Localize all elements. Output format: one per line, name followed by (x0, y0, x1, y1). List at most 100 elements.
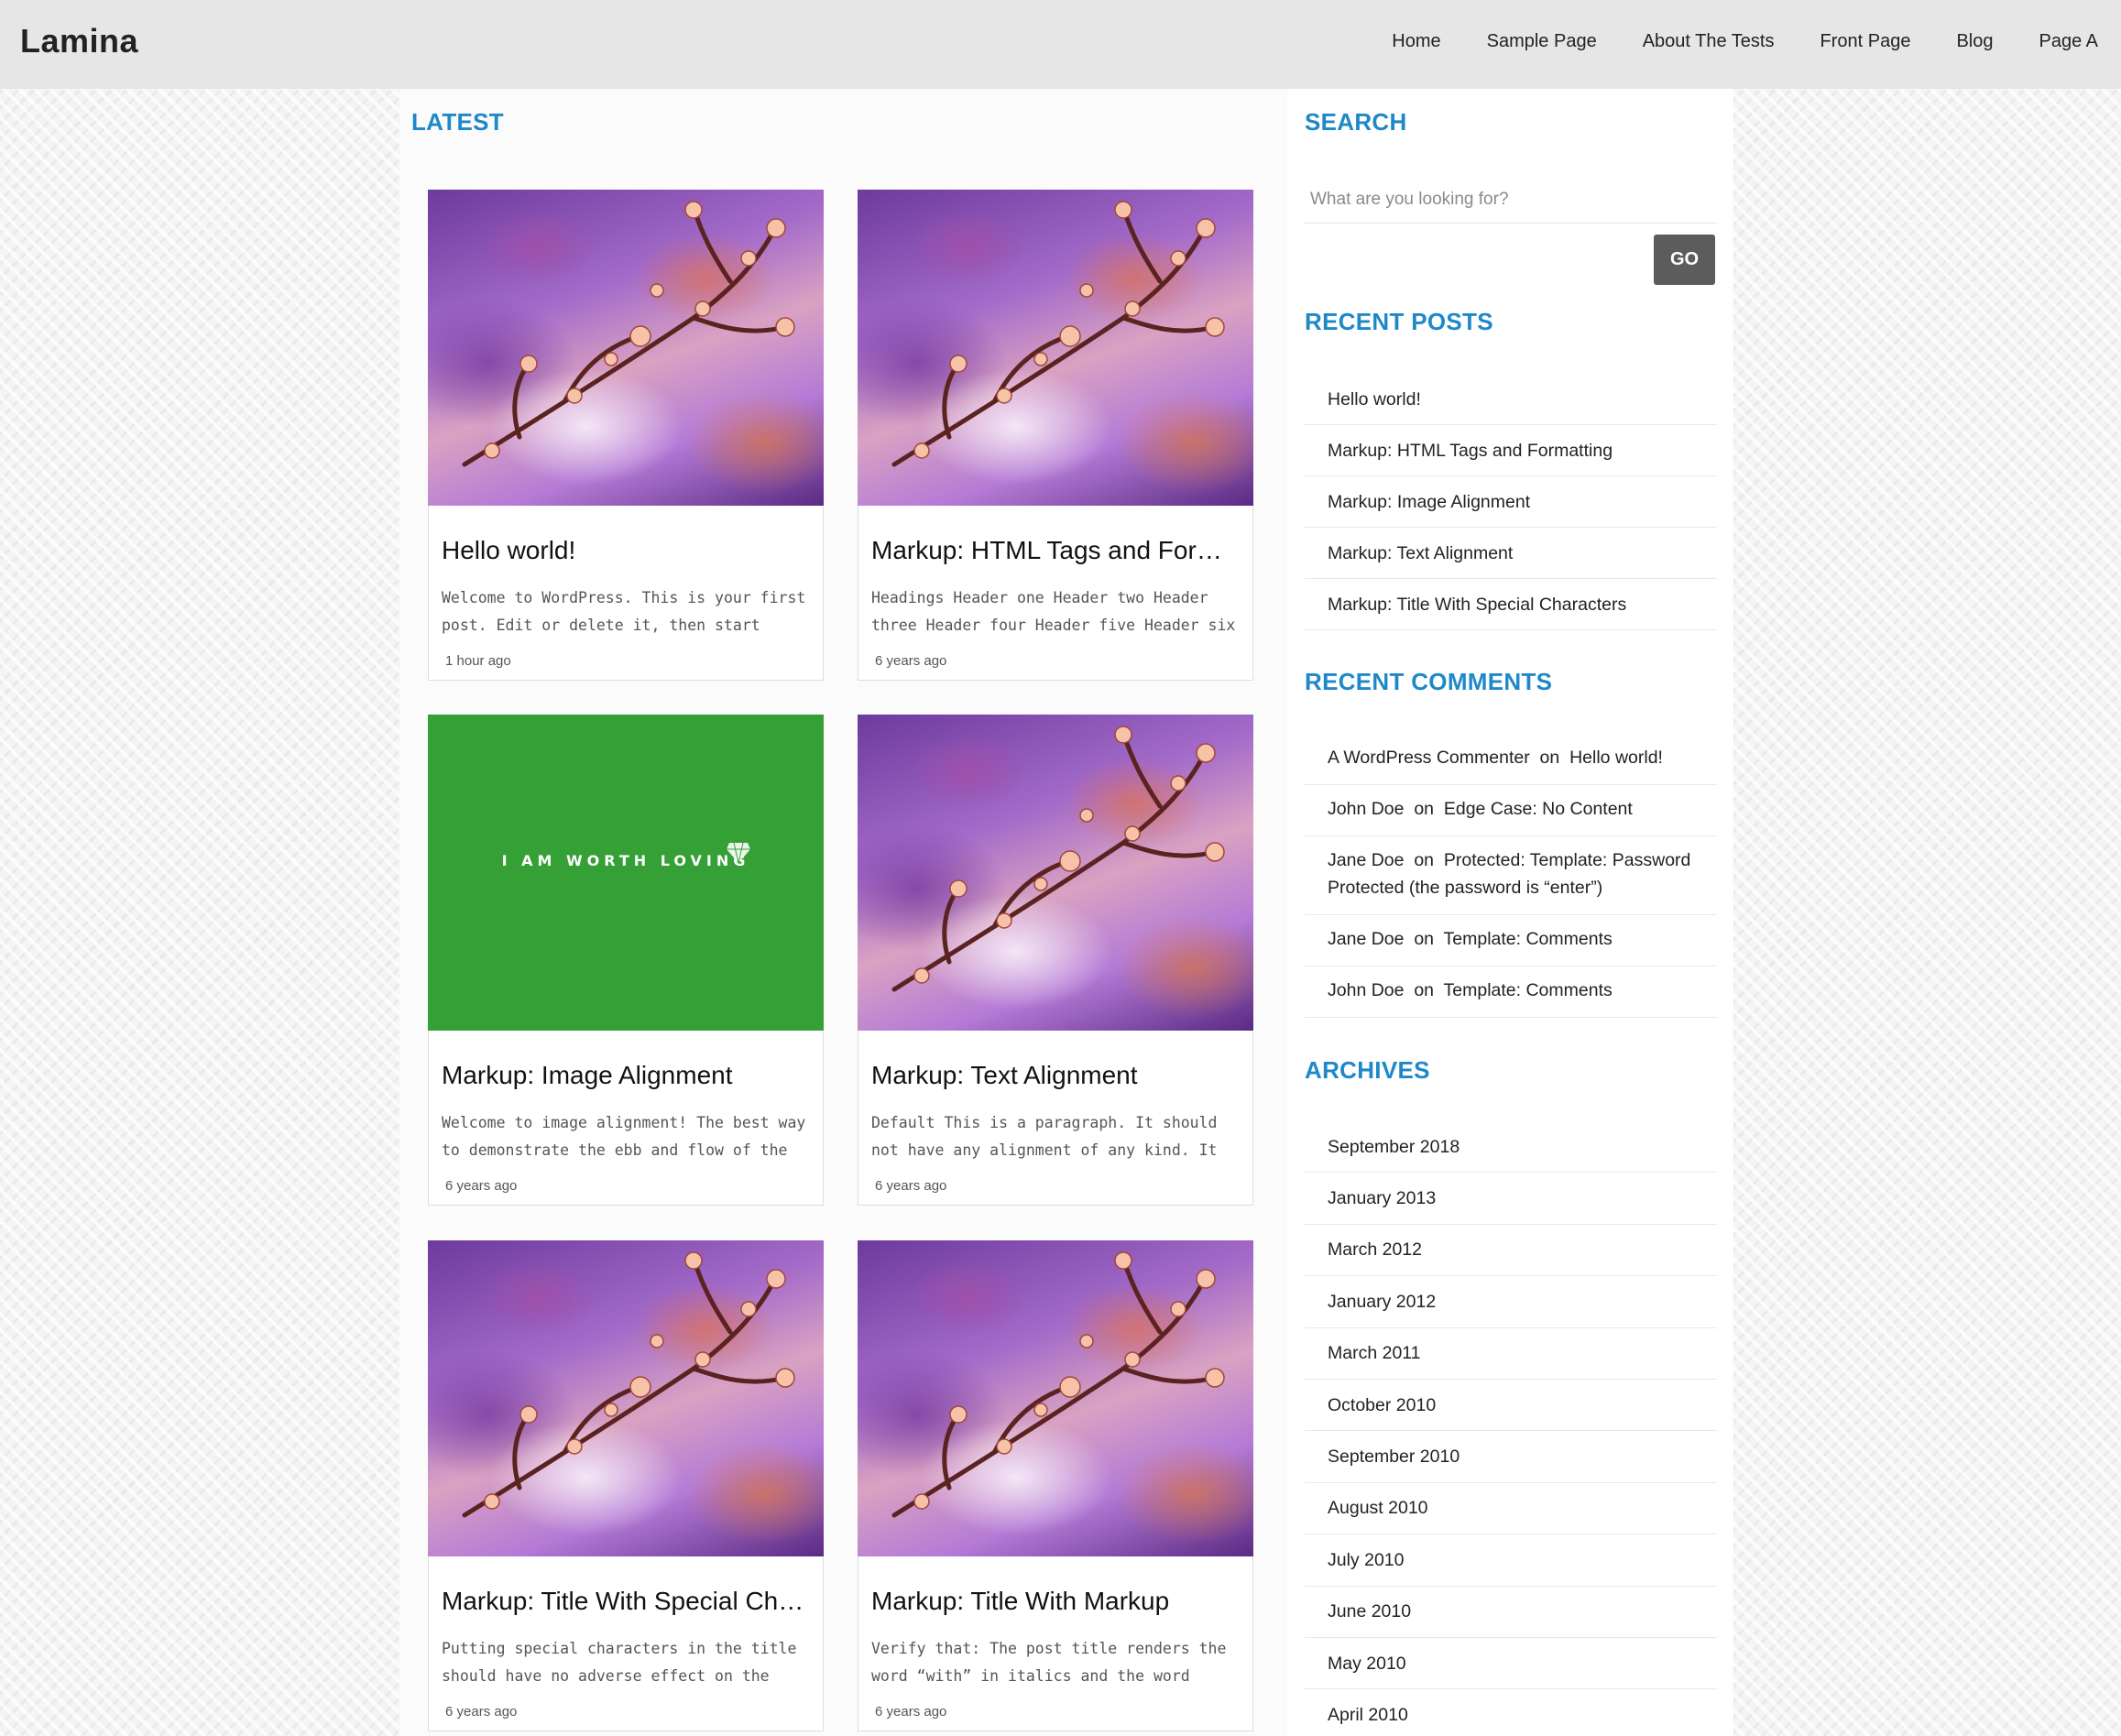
site-brand[interactable]: Lamina (20, 22, 138, 60)
post-card[interactable]: Markup: Text Alignment Default This is a … (858, 715, 1253, 1206)
archive-link[interactable]: January 2012 (1328, 1288, 1436, 1316)
post-timestamp: 1 hour ago (445, 653, 511, 669)
archive-item: October 2010 (1305, 1380, 1717, 1432)
post-card[interactable]: Markup: Title With Special Char... Puttin… (428, 1240, 824, 1731)
comment-on-label: on (1535, 748, 1565, 768)
search-heading: SEARCH (1305, 108, 1407, 136)
comment-on-label: on (1408, 850, 1439, 870)
post-thumbnail[interactable] (858, 1240, 1253, 1556)
archive-item: June 2010 (1305, 1587, 1717, 1638)
post-timestamp: 6 years ago (875, 1704, 947, 1720)
comment-author-link[interactable]: Jane Doe (1328, 850, 1404, 870)
recent-comments-heading: RECENT COMMENTS (1305, 668, 1553, 695)
archive-item: April 2010 (1305, 1689, 1717, 1736)
archive-link[interactable]: July 2010 (1328, 1546, 1404, 1574)
recent-post-item: Markup: HTML Tags and Formatting (1305, 425, 1717, 476)
recent-posts-heading: RECENT POSTS (1305, 308, 1493, 335)
post-excerpt: Verify that: The post title renders the … (871, 1640, 1227, 1685)
comment-on-label: on (1408, 980, 1439, 1000)
main-nav: Home Sample Page About The Tests Front P… (1392, 31, 2098, 52)
archive-item: July 2010 (1305, 1534, 1717, 1587)
archives-heading: ARCHIVES (1305, 1056, 1430, 1084)
archive-item: August 2010 (1305, 1483, 1717, 1535)
comment-on-label: on (1408, 799, 1439, 819)
post-excerpt: Headings Header one Header two Header th… (871, 589, 1236, 634)
archive-item: January 2012 (1305, 1276, 1717, 1328)
recent-post-link[interactable]: Markup: Title With Special Characters (1328, 591, 1626, 618)
blossom-branch-illustration (891, 1251, 1225, 1518)
post-card[interactable]: Markup: HTML Tags and Format... Headings … (858, 190, 1253, 681)
post-card[interactable]: I AM WORTH LOVING Markup: Image Alignmen… (428, 715, 824, 1206)
archive-link[interactable]: June 2010 (1328, 1598, 1411, 1625)
post-thumbnail[interactable] (858, 715, 1253, 1031)
post-excerpt: Welcome to image alignment! The best way… (442, 1114, 806, 1159)
post-thumbnail[interactable] (428, 190, 824, 506)
blossom-featured-image (428, 190, 824, 506)
search-input[interactable] (1305, 176, 1717, 224)
recent-posts-list: Hello world! Markup: HTML Tags and Format… (1305, 374, 1717, 630)
archive-link[interactable]: October 2010 (1328, 1392, 1436, 1419)
post-excerpt: Default This is a paragraph. It should n… (871, 1114, 1218, 1159)
comment-author-link[interactable]: A WordPress Commenter (1328, 748, 1530, 768)
post-excerpt: Putting special characters in the title … (442, 1640, 797, 1685)
recent-comment-item: Jane Doe on Template: Comments (1305, 915, 1717, 966)
nav-item-about-the-tests[interactable]: About The Tests (1643, 31, 1775, 52)
top-navbar: Lamina Home Sample Page About The Tests … (0, 0, 2121, 89)
recent-comment-item: Jane Doe on Protected: Template: Passwor… (1305, 836, 1717, 915)
post-thumbnail[interactable]: I AM WORTH LOVING (428, 715, 824, 1031)
nav-item-home[interactable]: Home (1392, 31, 1440, 52)
recent-comment-item: John Doe on Edge Case: No Content (1305, 785, 1717, 836)
nav-item-page-a[interactable]: Page A (2039, 31, 2098, 52)
comment-post-link[interactable]: Hello world! (1569, 748, 1663, 768)
comment-author-link[interactable]: John Doe (1328, 980, 1404, 1000)
post-timestamp: 6 years ago (445, 1178, 518, 1194)
post-title[interactable]: Markup: Image Alignment (442, 1061, 808, 1090)
search-go-button[interactable]: GO (1654, 235, 1715, 285)
archive-link[interactable]: May 2010 (1328, 1650, 1406, 1677)
recent-comment-item: A WordPress Commenter on Hello world! (1305, 734, 1717, 785)
nav-item-front-page[interactable]: Front Page (1820, 31, 1911, 52)
archive-link[interactable]: August 2010 (1328, 1494, 1428, 1522)
post-title[interactable]: Markup: Title With Special Char... (442, 1587, 808, 1616)
nav-item-blog[interactable]: Blog (1956, 31, 1993, 52)
archive-link[interactable]: September 2010 (1328, 1443, 1460, 1470)
nav-item-sample-page[interactable]: Sample Page (1487, 31, 1597, 52)
archive-item: March 2012 (1305, 1225, 1717, 1277)
blossom-branch-illustration (891, 726, 1225, 992)
archive-link[interactable]: March 2011 (1328, 1339, 1421, 1367)
archive-item: September 2010 (1305, 1431, 1717, 1483)
recent-post-link[interactable]: Hello world! (1328, 386, 1421, 413)
post-card[interactable]: Hello world! Welcome to WordPress. This i… (428, 190, 824, 681)
post-card[interactable]: Markup: Title With Markup Verify that: Th… (858, 1240, 1253, 1731)
post-timestamp: 6 years ago (875, 653, 947, 669)
recent-post-link[interactable]: Markup: Text Alignment (1328, 540, 1513, 567)
post-thumbnail[interactable] (428, 1240, 824, 1556)
blossom-featured-image (858, 715, 1253, 1031)
post-title[interactable]: Markup: Text Alignment (871, 1061, 1238, 1090)
recent-post-link[interactable]: Markup: HTML Tags and Formatting (1328, 437, 1613, 464)
post-thumbnail[interactable] (858, 190, 1253, 506)
comment-post-link[interactable]: Template: Comments (1444, 929, 1613, 949)
blossom-featured-image (428, 1240, 824, 1556)
post-title[interactable]: Markup: HTML Tags and Format... (871, 536, 1238, 565)
blossom-featured-image (858, 190, 1253, 506)
archive-item: January 2013 (1305, 1173, 1717, 1225)
archive-link[interactable]: January 2013 (1328, 1185, 1436, 1212)
archive-link[interactable]: September 2018 (1328, 1133, 1460, 1161)
blossom-branch-illustration (891, 201, 1225, 467)
post-title[interactable]: Markup: Title With Markup (871, 1587, 1238, 1616)
archive-link[interactable]: April 2010 (1328, 1701, 1408, 1729)
comment-author-link[interactable]: John Doe (1328, 799, 1404, 819)
blossom-featured-image (858, 1240, 1253, 1556)
comment-author-link[interactable]: Jane Doe (1328, 929, 1404, 949)
comment-post-link[interactable]: Template: Comments (1444, 980, 1613, 1000)
archive-link[interactable]: March 2012 (1328, 1236, 1422, 1263)
recent-post-link[interactable]: Markup: Image Alignment (1328, 488, 1530, 516)
latest-heading: LATEST (411, 108, 504, 136)
comment-on-label: on (1408, 929, 1439, 949)
blossom-branch-illustration (462, 201, 795, 467)
blossom-branch-illustration (462, 1251, 795, 1518)
recent-post-item: Markup: Image Alignment (1305, 476, 1717, 528)
post-title[interactable]: Hello world! (442, 536, 808, 565)
comment-post-link[interactable]: Edge Case: No Content (1444, 799, 1633, 819)
